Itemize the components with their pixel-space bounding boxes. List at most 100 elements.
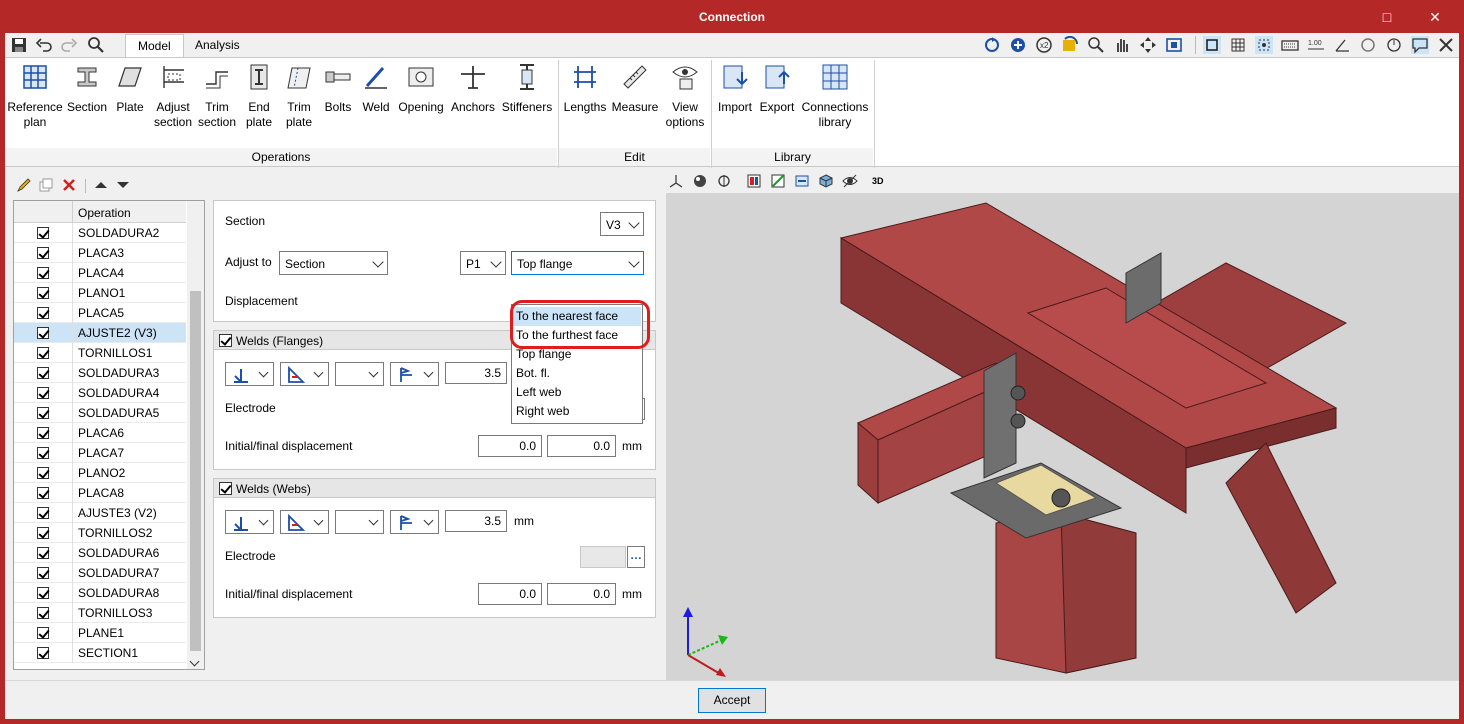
box-view-icon[interactable]: [1203, 36, 1221, 54]
snap-icon[interactable]: [1255, 36, 1273, 54]
list-item[interactable]: SOLDADURA4: [14, 383, 186, 403]
row-checkbox[interactable]: [37, 247, 49, 259]
welds-flanges-checkbox[interactable]: [219, 334, 232, 347]
adjust-to-select[interactable]: Section: [279, 251, 388, 275]
zoom-2x-icon[interactable]: x2: [1035, 36, 1053, 54]
reset-icon[interactable]: [1385, 36, 1403, 54]
undo-icon[interactable]: [35, 36, 53, 54]
trim-plate-button[interactable]: Trim plate: [279, 62, 319, 130]
list-item[interactable]: PLACA6: [14, 423, 186, 443]
list-item[interactable]: SOLDADURA6: [14, 543, 186, 563]
row-checkbox[interactable]: [37, 607, 49, 619]
list-item[interactable]: SOLDADURA2: [14, 223, 186, 243]
final-displacement-input[interactable]: 0.0: [547, 583, 616, 605]
opening-button[interactable]: Opening: [395, 62, 447, 115]
row-checkbox[interactable]: [37, 387, 49, 399]
list-item[interactable]: SOLDADURA8: [14, 583, 186, 603]
export-button[interactable]: Export: [757, 62, 797, 115]
scroll-down-icon[interactable]: [189, 656, 200, 667]
option-bottom-flange[interactable]: Bot. fl.: [513, 364, 641, 383]
list-item[interactable]: AJUSTE2 (V3): [14, 323, 186, 343]
view-3d-button[interactable]: 3D: [872, 173, 888, 189]
weld-size-input[interactable]: 3.5: [445, 510, 507, 532]
stiffeners-button[interactable]: Stiffeners: [499, 62, 555, 115]
row-checkbox[interactable]: [37, 327, 49, 339]
list-scrollbar[interactable]: [187, 201, 204, 669]
list-item[interactable]: PLACA7: [14, 443, 186, 463]
adjust-section-button[interactable]: Adjust section: [151, 62, 195, 130]
pivot-icon[interactable]: [716, 173, 732, 189]
weld-finish-select[interactable]: [335, 362, 384, 386]
solid-view-icon[interactable]: [818, 173, 834, 189]
list-item[interactable]: TORNILLOS2: [14, 523, 186, 543]
list-item[interactable]: PLACA3: [14, 243, 186, 263]
row-checkbox[interactable]: [37, 267, 49, 279]
end-plate-button[interactable]: End plate: [239, 62, 279, 130]
list-item[interactable]: TORNILLOS1: [14, 343, 186, 363]
scroll-thumb[interactable]: [190, 291, 201, 651]
axes-icon[interactable]: [668, 173, 684, 189]
grid-icon[interactable]: [1229, 36, 1247, 54]
initial-displacement-input[interactable]: 0.0: [478, 583, 542, 605]
dimension-icon[interactable]: 1.00: [1307, 36, 1325, 54]
rotate-view-icon[interactable]: [983, 36, 1001, 54]
weld-button[interactable]: Weld: [357, 62, 395, 115]
option-right-web[interactable]: Right web: [513, 402, 641, 421]
measure-button[interactable]: Measure: [609, 62, 661, 115]
welds-webs-checkbox[interactable]: [219, 482, 232, 495]
trim-section-button[interactable]: Trim section: [195, 62, 239, 130]
row-checkbox[interactable]: [37, 227, 49, 239]
move-down-icon[interactable]: [115, 177, 131, 193]
row-checkbox[interactable]: [37, 427, 49, 439]
rotate-icon[interactable]: [1359, 36, 1377, 54]
list-item[interactable]: PLACA8: [14, 483, 186, 503]
row-checkbox[interactable]: [37, 627, 49, 639]
list-item[interactable]: TORNILLOS3: [14, 603, 186, 623]
pan-hand-icon[interactable]: [1113, 36, 1131, 54]
tab-analysis[interactable]: Analysis: [183, 34, 252, 57]
weld-type-select[interactable]: [225, 510, 274, 534]
list-item[interactable]: PLANE1: [14, 623, 186, 643]
row-checkbox[interactable]: [37, 567, 49, 579]
weld-shape-select[interactable]: [280, 362, 329, 386]
section-select[interactable]: V3: [600, 212, 644, 236]
keyboard-icon[interactable]: [1281, 36, 1299, 54]
plate-button[interactable]: Plate: [109, 62, 151, 115]
bolts-button[interactable]: Bolts: [319, 62, 357, 115]
render-mode-icon[interactable]: [692, 173, 708, 189]
edit-pencil-icon[interactable]: [16, 177, 32, 193]
row-checkbox[interactable]: [37, 487, 49, 499]
orbit-icon[interactable]: [1139, 36, 1157, 54]
row-checkbox[interactable]: [37, 287, 49, 299]
delete-icon[interactable]: [61, 177, 77, 193]
list-item[interactable]: PLANO1: [14, 283, 186, 303]
zoom-window-icon[interactable]: [1087, 36, 1105, 54]
layer-green-icon[interactable]: [770, 173, 786, 189]
import-button[interactable]: Import: [713, 62, 757, 115]
tab-model[interactable]: Model: [125, 34, 184, 57]
angle-icon[interactable]: [1333, 36, 1351, 54]
weld-size-input[interactable]: 3.5: [445, 362, 507, 384]
row-checkbox[interactable]: [37, 507, 49, 519]
row-checkbox[interactable]: [37, 547, 49, 559]
redo-icon[interactable]: [60, 36, 78, 54]
row-checkbox[interactable]: [37, 527, 49, 539]
row-checkbox[interactable]: [37, 407, 49, 419]
hide-eye-icon[interactable]: [842, 173, 858, 189]
maximize-icon[interactable]: □: [1378, 8, 1396, 26]
close-icon[interactable]: ✕: [1426, 8, 1444, 26]
comment-icon[interactable]: [1411, 36, 1429, 54]
copy-icon[interactable]: [38, 177, 54, 193]
list-item[interactable]: SOLDADURA7: [14, 563, 186, 583]
list-item[interactable]: PLANO2: [14, 463, 186, 483]
move-up-icon[interactable]: [93, 177, 109, 193]
face-select[interactable]: Top flange: [511, 251, 644, 275]
refresh-view-icon[interactable]: [1061, 36, 1079, 54]
reference-plan-button[interactable]: Reference plan: [5, 62, 65, 130]
lengths-button[interactable]: Lengths: [561, 62, 609, 115]
layer-red-icon[interactable]: [746, 173, 762, 189]
tools-icon[interactable]: [1437, 36, 1455, 54]
initial-displacement-input[interactable]: 0.0: [478, 435, 542, 457]
weld-type-select[interactable]: [225, 362, 274, 386]
row-checkbox[interactable]: [37, 367, 49, 379]
